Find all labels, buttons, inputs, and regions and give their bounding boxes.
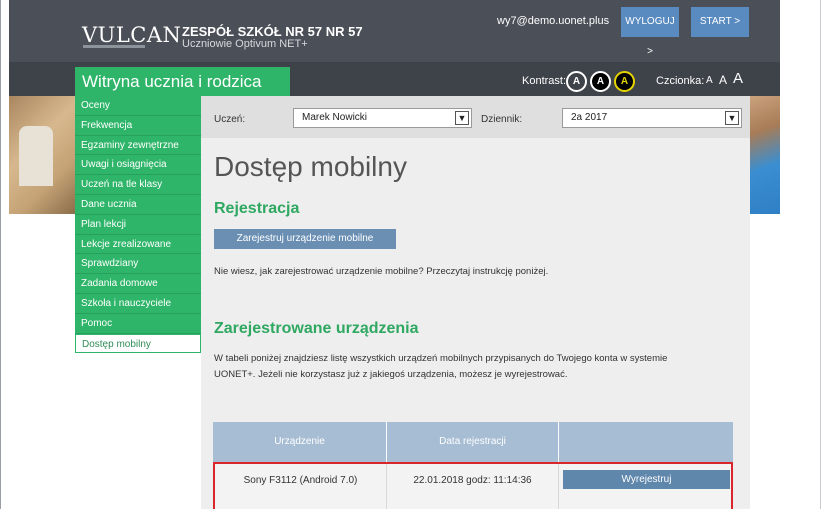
user-email: wy7@demo.uonet.plus	[497, 15, 610, 27]
sidebar-item-plan-lekcji[interactable]: Plan lekcji	[75, 214, 201, 235]
start-button[interactable]: START >	[691, 7, 749, 37]
contrast-yellow-button[interactable]: A	[614, 71, 635, 92]
vulcan-logo[interactable]: VULCAN	[82, 23, 181, 47]
font-large-button[interactable]: A	[733, 70, 743, 87]
logo-tagline-mark	[83, 45, 145, 48]
page-title: Dostęp mobilny	[214, 151, 407, 182]
column-header-device: Urządzenie	[274, 436, 325, 447]
sidebar-item-uczen-na-tle-klasy[interactable]: Uczeń na tle klasy	[75, 175, 201, 195]
font-small-button[interactable]: A	[706, 75, 713, 86]
journal-label: Dziennik:	[481, 114, 523, 125]
journal-select-value: 2a 2017	[571, 112, 608, 123]
sidebar-item-lekcje-zrealizowane[interactable]: Lekcje zrealizowane	[75, 234, 201, 255]
devices-table-header: Urządzenie Data rejestracji	[213, 422, 733, 462]
register-device-button[interactable]: Zarejestruj urządzenie mobilne	[214, 229, 396, 249]
devices-heading: Zarejestrowane urządzenia	[214, 320, 419, 337]
sidebar-item-sprawdziany[interactable]: Sprawdziany	[75, 254, 201, 275]
student-select-value: Marek Nowicki	[302, 112, 368, 123]
devices-description-line-2: UONET+. Jeżeli nie korzystasz już z jaki…	[214, 369, 568, 380]
contrast-label: Kontrast:	[522, 75, 567, 87]
sidebar-item-pomoc[interactable]: Pomoc	[75, 313, 201, 334]
registration-date-cell: 22.01.2018 godz: 11:14:36	[413, 475, 532, 486]
column-divider	[558, 464, 559, 509]
window-left-border	[0, 0, 1, 509]
contrast-normal-button[interactable]: A	[566, 71, 587, 92]
sidebar-item-oceny[interactable]: Oceny	[75, 96, 201, 116]
device-name-cell: Sony F3112 (Android 7.0)	[243, 475, 358, 486]
school-name: ZESPÓŁ SZKÓŁ NR 57 NR 57	[182, 24, 363, 39]
student-select[interactable]: Marek Nowicki ▼	[293, 108, 472, 128]
chevron-down-icon: ▼	[725, 111, 739, 125]
registration-hint: Nie wiesz, jak zarejestrować urządzenie …	[214, 266, 549, 277]
sidebar-menu: Oceny Frekwencja Egzaminy zewnętrzne Uwa…	[75, 96, 201, 354]
column-header-registration-date: Data rejestracji	[439, 436, 506, 447]
chevron-down-icon: ▼	[455, 111, 469, 125]
registration-heading: Rejestracja	[214, 200, 300, 217]
sidebar-item-zadania-domowe[interactable]: Zadania domowe	[75, 274, 201, 294]
sidebar-item-dane-ucznia[interactable]: Dane ucznia	[75, 194, 201, 215]
font-medium-button[interactable]: A	[719, 73, 727, 87]
font-size-label: Czcionka:	[656, 75, 705, 87]
sidebar-item-dostep-mobilny[interactable]: Dostęp mobilny	[75, 333, 201, 354]
decorative-photo-right	[750, 96, 780, 214]
journal-select[interactable]: 2a 2017 ▼	[562, 108, 742, 128]
devices-description-line-1: W tabeli poniżej znajdziesz listę wszyst…	[214, 353, 668, 364]
sidebar-item-szkola-i-nauczyciele[interactable]: Szkoła i nauczyciele	[75, 293, 201, 314]
sidebar-item-egzaminy[interactable]: Egzaminy zewnętrzne	[75, 135, 201, 156]
unregister-button[interactable]: Wyrejestruj	[563, 470, 730, 489]
logout-button[interactable]: WYLOGUJ >	[621, 7, 679, 57]
site-title: Witryna ucznia i rodzica	[75, 67, 290, 96]
student-label: Uczeń:	[214, 114, 246, 125]
sidebar-item-frekwencja[interactable]: Frekwencja	[75, 115, 201, 136]
contrast-black-button[interactable]: A	[590, 71, 611, 92]
sidebar-item-uwagi[interactable]: Uwagi i osiągnięcia	[75, 155, 201, 176]
school-subtitle: Uczniowie Optivum NET+	[182, 38, 308, 50]
column-header-action	[559, 422, 733, 462]
decorative-photo-left	[9, 96, 75, 214]
